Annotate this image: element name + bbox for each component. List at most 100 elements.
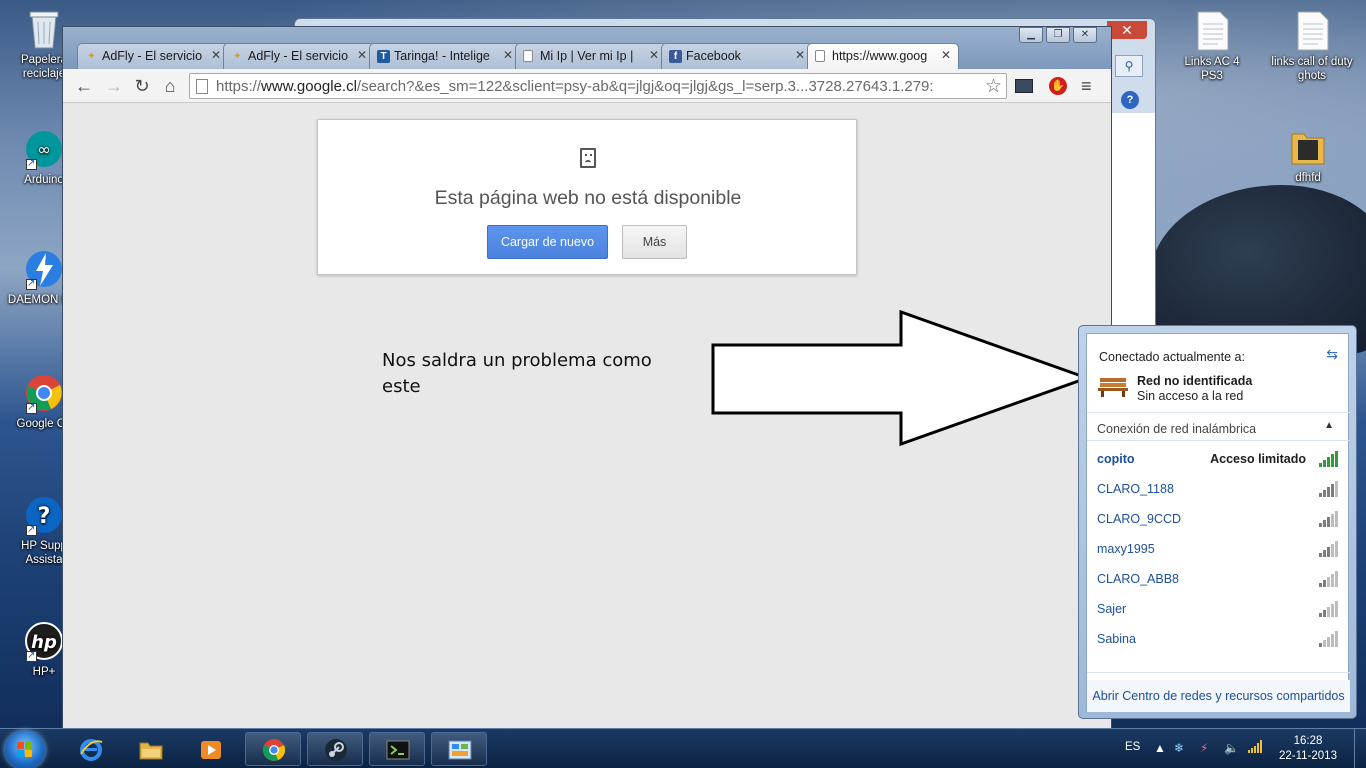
restore-icon[interactable]: ❐ xyxy=(1046,27,1070,43)
close-icon[interactable]: ✕ xyxy=(1073,27,1097,43)
help-icon[interactable]: ? xyxy=(1121,91,1139,109)
file-explorer-icon xyxy=(139,742,163,760)
control-panel-icon xyxy=(448,740,472,760)
search-icon[interactable]: ⚲ xyxy=(1115,55,1143,77)
reload-button[interactable]: Cargar de nuevo xyxy=(487,225,608,259)
tab-facebook[interactable]: f Facebook ✕ xyxy=(661,43,813,69)
annotation-text: Nos saldra un problema como este xyxy=(382,348,682,400)
divider xyxy=(1087,672,1350,673)
tab-adfly-2[interactable]: ✦ AdFly - El servicio ✕ xyxy=(223,43,375,69)
taskbar-file-explorer[interactable] xyxy=(122,732,178,766)
clock-date: 22-11-2013 xyxy=(1279,750,1337,762)
text-file-icon xyxy=(1192,10,1232,52)
window-controls: ▁ ❐ ✕ xyxy=(1016,27,1097,43)
tab-strip: ✦ AdFly - El servicio ✕ ✦ AdFly - El ser… xyxy=(77,43,959,69)
tab-mi-ip[interactable]: Mi Ip | Ver mi Ip | ✕ xyxy=(515,43,667,69)
chevron-up-icon[interactable]: ▲ xyxy=(1324,420,1334,431)
taskbar-media-player[interactable] xyxy=(182,732,238,766)
network-item-claro-abb8[interactable]: CLARO_ABB8 xyxy=(1087,564,1350,594)
divider xyxy=(1087,412,1350,413)
desktop-icon-label: HP Supp Assista xyxy=(21,540,67,566)
network-item-claro-9ccd[interactable]: CLARO_9CCD xyxy=(1087,504,1350,534)
refresh-networks-icon[interactable]: ⇆ xyxy=(1326,346,1338,363)
tab-adfly-1[interactable]: ✦ AdFly - El servicio ✕ xyxy=(77,43,229,69)
clock[interactable]: 16:28 22-11-2013 xyxy=(1275,734,1341,764)
annotation-line: este xyxy=(382,376,421,397)
start-button[interactable] xyxy=(5,731,45,768)
wifi-signal-icon[interactable] xyxy=(1248,740,1264,754)
background-window-close-icon[interactable]: ✕ xyxy=(1107,21,1147,39)
tab-close-icon[interactable]: ✕ xyxy=(211,48,221,62)
recycle-bin-icon xyxy=(24,8,64,50)
text-file-icon xyxy=(1292,10,1332,52)
current-network-name: Red no identificada xyxy=(1137,374,1253,388)
menu-icon[interactable]: ≡ xyxy=(1081,76,1097,96)
show-hidden-icons-icon[interactable]: ▲ xyxy=(1154,741,1166,755)
network-flyout: Conectado actualmente a: ⇆ Red no identi… xyxy=(1078,325,1357,719)
home-icon[interactable]: ⌂ xyxy=(159,75,181,97)
address-bar[interactable]: https://www.google.cl/search?&es_sm=122&… xyxy=(189,73,1007,99)
error-card: Esta página web no está disponible Carga… xyxy=(317,119,857,275)
sad-page-icon xyxy=(580,148,596,168)
network-ssid: Sajer xyxy=(1097,602,1127,616)
error-title: Esta página web no está disponible xyxy=(434,187,742,209)
folder-icon xyxy=(1288,126,1328,168)
tab-label: AdFly - El servicio xyxy=(102,49,203,63)
network-item-sajer[interactable]: Sajer xyxy=(1087,594,1350,624)
reload-icon[interactable]: ↻ xyxy=(131,75,153,97)
network-flyout-panel: Conectado actualmente a: ⇆ Red no identi… xyxy=(1086,333,1350,712)
network-status: Acceso limitado xyxy=(1210,452,1306,466)
bookmark-star-icon[interactable]: ☆ xyxy=(985,75,1002,98)
media-player-icon xyxy=(201,741,221,759)
more-button[interactable]: Más xyxy=(622,225,687,259)
tab-close-icon[interactable]: ✕ xyxy=(649,48,659,62)
tab-close-icon[interactable]: ✕ xyxy=(357,48,367,62)
taskbar-terminal[interactable] xyxy=(369,732,425,766)
svg-text:?: ? xyxy=(38,504,51,529)
open-network-center-link[interactable]: Abrir Centro de redes y recursos compart… xyxy=(1087,680,1350,712)
volume-icon[interactable]: 🔈 xyxy=(1224,741,1239,755)
network-item-claro-1188[interactable]: CLARO_1188 xyxy=(1087,474,1350,504)
browser-titlebar[interactable]: ▁ ❐ ✕ ✦ AdFly - El servicio ✕ ✦ AdFly - … xyxy=(63,27,1111,69)
desktop-icon-links-cod[interactable]: links call of duty ghots xyxy=(1266,10,1358,83)
daemon-tools-icon xyxy=(24,248,64,291)
signal-strength-icon xyxy=(1319,571,1338,587)
tab-close-icon[interactable]: ✕ xyxy=(941,48,951,62)
windows-logo-icon xyxy=(17,742,32,757)
network-ssid: CLARO_ABB8 xyxy=(1097,572,1179,586)
divider xyxy=(1087,440,1350,441)
taskbar-chrome[interactable] xyxy=(245,732,301,766)
show-desktop-button[interactable] xyxy=(1354,729,1366,768)
back-arrow-icon[interactable]: ← xyxy=(73,75,95,97)
network-ssid: CLARO_9CCD xyxy=(1097,512,1182,526)
network-ssid: CLARO_1188 xyxy=(1097,482,1174,496)
minimize-icon[interactable]: ▁ xyxy=(1019,27,1043,43)
tab-close-icon[interactable]: ✕ xyxy=(795,48,805,62)
language-indicator[interactable]: ES xyxy=(1125,741,1140,753)
forward-arrow-icon[interactable]: → xyxy=(103,75,125,97)
snowflake-icon[interactable]: ❄ xyxy=(1174,741,1184,755)
adblock-icon[interactable]: ✋ xyxy=(1049,77,1067,95)
desktop-icon-dfhfd[interactable]: dfhfd xyxy=(1270,126,1346,185)
steam-icon xyxy=(325,739,347,761)
tab-taringa[interactable]: T Taringa! - Intelige ✕ xyxy=(369,43,521,69)
network-item-maxy1995[interactable]: maxy1995 xyxy=(1087,534,1350,564)
power-icon[interactable]: ⚡ xyxy=(1200,741,1208,755)
adfly-icon: ✦ xyxy=(87,51,96,62)
taskbar-internet-explorer[interactable] xyxy=(62,732,118,766)
tab-google[interactable]: https://www.goog ✕ xyxy=(807,43,959,69)
desktop-icon-links-ac4[interactable]: Links AC 4 PS3 xyxy=(1174,10,1250,83)
network-ssid: maxy1995 xyxy=(1097,542,1155,556)
annotation-arrow xyxy=(711,310,1091,447)
tab-close-icon[interactable]: ✕ xyxy=(503,48,513,62)
network-ssid: copito xyxy=(1097,452,1135,466)
taskbar-steam[interactable] xyxy=(307,732,363,766)
taskbar-control-panel[interactable] xyxy=(431,732,487,766)
network-ssid: Sabina xyxy=(1097,632,1136,646)
adfly-icon: ✦ xyxy=(233,51,242,62)
signal-strength-icon xyxy=(1319,631,1338,647)
bench-icon xyxy=(1098,378,1128,397)
extension-monitor-icon[interactable] xyxy=(1015,79,1033,93)
network-item-copito[interactable]: copito Acceso limitado xyxy=(1087,444,1350,474)
network-item-sabina[interactable]: Sabina xyxy=(1087,624,1350,654)
